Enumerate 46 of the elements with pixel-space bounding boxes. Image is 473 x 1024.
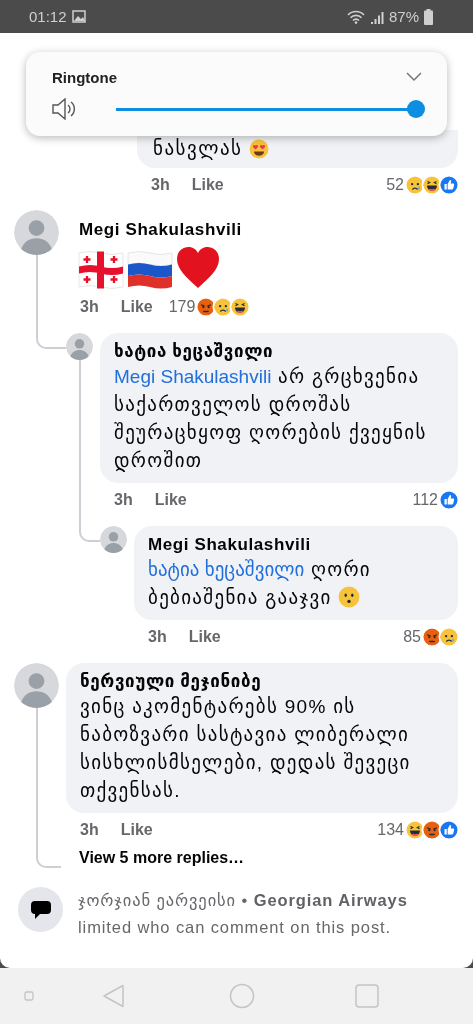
comment-time: 3h [148, 628, 167, 646]
battery-level: 87% [388, 8, 419, 25]
comment-text: ნასვლას [153, 137, 243, 162]
chevron-down-icon[interactable] [406, 72, 422, 82]
comment-text: ხატია ხეცაშვილი ღორი ბებიაშენია გააჯვი [148, 558, 372, 611]
mention-link[interactable]: Megi Shakulashvili [114, 366, 272, 387]
reaction-count: 112 [412, 491, 438, 509]
slider-thumb[interactable] [407, 99, 425, 118]
like-button[interactable]: Like [120, 298, 153, 316]
battery-icon [424, 8, 433, 25]
mention-link[interactable]: ხატია ხეცაშვილი [148, 559, 305, 580]
like-button[interactable]: Like [191, 176, 224, 194]
author-name[interactable]: Megi Shakulashvili [148, 534, 311, 556]
like-button[interactable]: Like [120, 821, 153, 839]
reaction-count: 85 [403, 628, 421, 646]
like-button[interactable]: Like [188, 628, 221, 646]
home-button[interactable] [229, 983, 255, 1009]
reaction-count: 134 [377, 821, 404, 839]
image-icon [71, 10, 86, 23]
author-name[interactable]: ხატია ხეცაშვილი [114, 341, 274, 363]
avatar[interactable] [14, 210, 59, 255]
small-square-icon[interactable] [24, 991, 34, 1001]
author-name[interactable]: Megi Shakulashvili [66, 210, 242, 241]
speaker-icon[interactable] [52, 98, 77, 120]
wifi-icon [346, 9, 365, 24]
author-name[interactable]: ნერვიული მეჯინიბე [80, 671, 262, 693]
reaction-count: 179 [168, 298, 196, 316]
comment-time: 3h [151, 176, 170, 194]
back-button[interactable] [102, 983, 126, 1009]
recent-apps-button[interactable] [355, 984, 379, 1008]
comment-time: 3h [80, 298, 99, 316]
avatar[interactable] [66, 333, 93, 360]
reaction-count: 52 [386, 176, 404, 194]
clock-time: 01:12 [29, 8, 67, 25]
comment-text: Megi Shakulashvili არ გრცხვენია საქართველოს დროშას შეურაცხყოფ ღორების ქვეყნის დროშით [114, 365, 428, 474]
like-button[interactable]: Like [154, 491, 187, 509]
comment-restriction-notice: ჯორჯიან ეარვეისი • Georgian Airways limited who can comment on this post. [78, 890, 409, 938]
avatar[interactable] [100, 526, 127, 553]
avatar[interactable] [14, 663, 59, 708]
view-more-replies-link[interactable]: View 5 more replies… [66, 847, 245, 869]
popup-title: Ringtone [52, 68, 118, 86]
comment-text: ვინც აკომენტარებს 90% ის ნაბოზვარი სასტავია ლიბერალი სისხლისმსელები, დედას შევეცი თქვენსას. [80, 695, 412, 804]
comment-time: 3h [80, 821, 99, 839]
signal-icon [369, 9, 384, 24]
comment-icon [18, 887, 63, 932]
comment-time: 3h [114, 491, 133, 509]
